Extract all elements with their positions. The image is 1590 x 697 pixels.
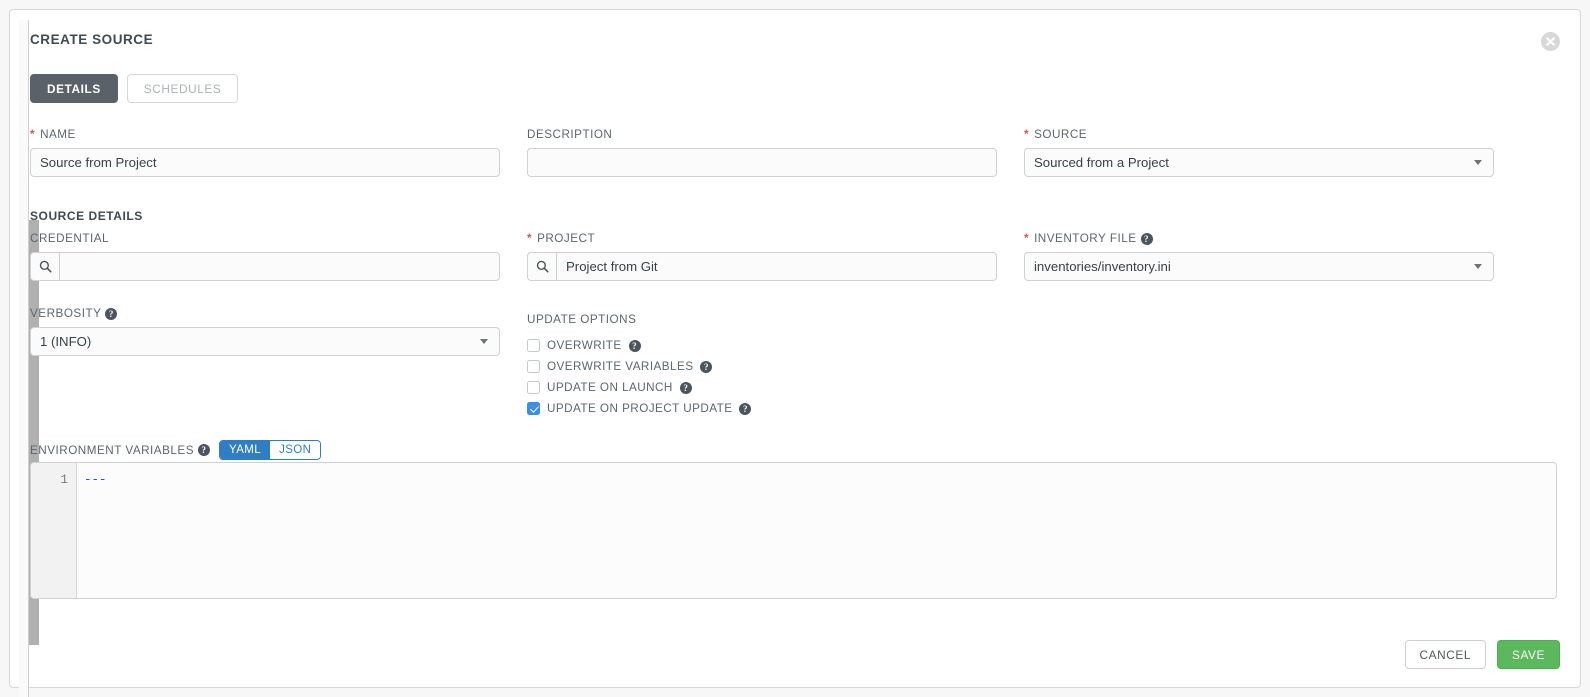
inventory-file-label: * INVENTORY FILE ? <box>1024 232 1494 245</box>
tab-details[interactable]: DETAILS <box>30 74 118 103</box>
create-source-modal: CREATE SOURCE DETAILS SCHEDULES * NAME S… <box>9 9 1581 688</box>
update-on-project-update-checkbox[interactable] <box>527 402 540 415</box>
name-label: * NAME <box>30 128 500 141</box>
search-icon[interactable] <box>527 252 556 281</box>
close-icon[interactable] <box>1541 32 1560 51</box>
update-options-group: UPDATE OPTIONS OVERWRITE ? OVERWRITE VAR… <box>527 313 751 419</box>
update-on-launch-label: UPDATE ON LAUNCH <box>547 381 673 394</box>
source-field-group: * SOURCE Sourced from a Project <box>1024 128 1494 177</box>
toggle-json[interactable]: JSON <box>270 441 320 459</box>
credential-lookup <box>30 252 500 281</box>
name-input[interactable]: Source from Project <box>30 148 500 177</box>
update-on-project-update-label: UPDATE ON PROJECT UPDATE <box>547 402 732 415</box>
inventory-file-field-group: * INVENTORY FILE ? inventories/inventory… <box>1024 232 1494 281</box>
project-field-group: * PROJECT Project from Git <box>527 232 997 281</box>
vertical-scrollbar-track[interactable] <box>19 20 29 697</box>
toggle-yaml[interactable]: YAML <box>220 441 270 459</box>
search-icon[interactable] <box>30 252 59 281</box>
help-icon[interactable]: ? <box>700 361 712 373</box>
editor-line-numbers: 1 <box>31 463 77 598</box>
name-field-group: * NAME Source from Project <box>30 128 500 177</box>
project-input[interactable]: Project from Git <box>556 252 997 281</box>
tab-schedules[interactable]: SCHEDULES <box>127 74 239 103</box>
checkbox-row-overwrite-variables[interactable]: OVERWRITE VARIABLES ? <box>527 356 751 377</box>
help-icon[interactable]: ? <box>1141 233 1153 245</box>
inventory-file-select[interactable]: inventories/inventory.ini <box>1024 252 1494 281</box>
help-icon[interactable]: ? <box>629 340 641 352</box>
source-label-text: SOURCE <box>1034 128 1087 141</box>
description-input[interactable] <box>527 148 997 177</box>
cancel-button[interactable]: CANCEL <box>1405 640 1486 669</box>
source-label: * SOURCE <box>1024 128 1494 141</box>
source-select[interactable]: Sourced from a Project <box>1024 148 1494 177</box>
tab-bar: DETAILS SCHEDULES <box>30 74 238 103</box>
format-toggle: YAML JSON <box>219 440 321 460</box>
checkbox-row-update-on-project-update[interactable]: UPDATE ON PROJECT UPDATE ? <box>527 398 751 419</box>
credential-label-text: CREDENTIAL <box>30 232 109 245</box>
overwrite-variables-checkbox[interactable] <box>527 360 540 373</box>
overwrite-checkbox[interactable] <box>527 339 540 352</box>
overwrite-variables-label: OVERWRITE VARIABLES <box>547 360 693 373</box>
project-label-text: PROJECT <box>537 232 595 245</box>
credential-field-group: CREDENTIAL <box>30 232 500 281</box>
required-asterisk: * <box>1024 128 1029 141</box>
required-asterisk: * <box>30 128 35 141</box>
help-icon[interactable]: ? <box>680 382 692 394</box>
verbosity-label: VERBOSITY ? <box>30 307 500 320</box>
description-label: DESCRIPTION <box>527 128 997 141</box>
verbosity-select[interactable]: 1 (INFO) <box>30 327 500 356</box>
credential-label: CREDENTIAL <box>30 232 500 245</box>
chevron-down-icon <box>1474 264 1482 269</box>
help-icon[interactable]: ? <box>198 444 210 456</box>
project-label: * PROJECT <box>527 232 997 245</box>
required-asterisk: * <box>527 232 532 245</box>
verbosity-field-group: VERBOSITY ? 1 (INFO) <box>30 307 500 356</box>
verbosity-select-value: 1 (INFO) <box>40 334 91 349</box>
inventory-file-select-value: inventories/inventory.ini <box>1034 259 1171 274</box>
name-label-text: NAME <box>40 128 76 141</box>
project-lookup: Project from Git <box>527 252 997 281</box>
environment-variables-label-text: ENVIRONMENT VARIABLES <box>30 444 194 457</box>
environment-variables-label: ENVIRONMENT VARIABLES ? <box>30 444 210 457</box>
help-icon[interactable]: ? <box>739 403 751 415</box>
chevron-down-icon <box>1474 160 1482 165</box>
source-select-value: Sourced from a Project <box>1034 155 1169 170</box>
update-on-launch-checkbox[interactable] <box>527 381 540 394</box>
editor-code-content[interactable]: --- <box>77 463 1556 598</box>
page-title: CREATE SOURCE <box>30 32 153 47</box>
chevron-down-icon <box>480 339 488 344</box>
required-asterisk: * <box>1024 232 1029 245</box>
save-button[interactable]: SAVE <box>1497 640 1560 669</box>
verbosity-label-text: VERBOSITY <box>30 307 101 320</box>
environment-variables-editor[interactable]: 1 --- <box>30 462 1557 599</box>
inventory-file-label-text: INVENTORY FILE <box>1034 232 1136 245</box>
description-label-text: DESCRIPTION <box>527 128 612 141</box>
environment-variables-header: ENVIRONMENT VARIABLES ? YAML JSON <box>30 440 321 460</box>
source-details-heading: SOURCE DETAILS <box>30 209 143 223</box>
description-field-group: DESCRIPTION <box>527 128 997 177</box>
update-options-label: UPDATE OPTIONS <box>527 313 751 326</box>
checkbox-row-update-on-launch[interactable]: UPDATE ON LAUNCH ? <box>527 377 751 398</box>
checkbox-row-overwrite[interactable]: OVERWRITE ? <box>527 335 751 356</box>
help-icon[interactable]: ? <box>105 308 117 320</box>
overwrite-label: OVERWRITE <box>547 339 622 352</box>
credential-input[interactable] <box>59 252 500 281</box>
footer-actions: CANCEL SAVE <box>30 640 1560 669</box>
